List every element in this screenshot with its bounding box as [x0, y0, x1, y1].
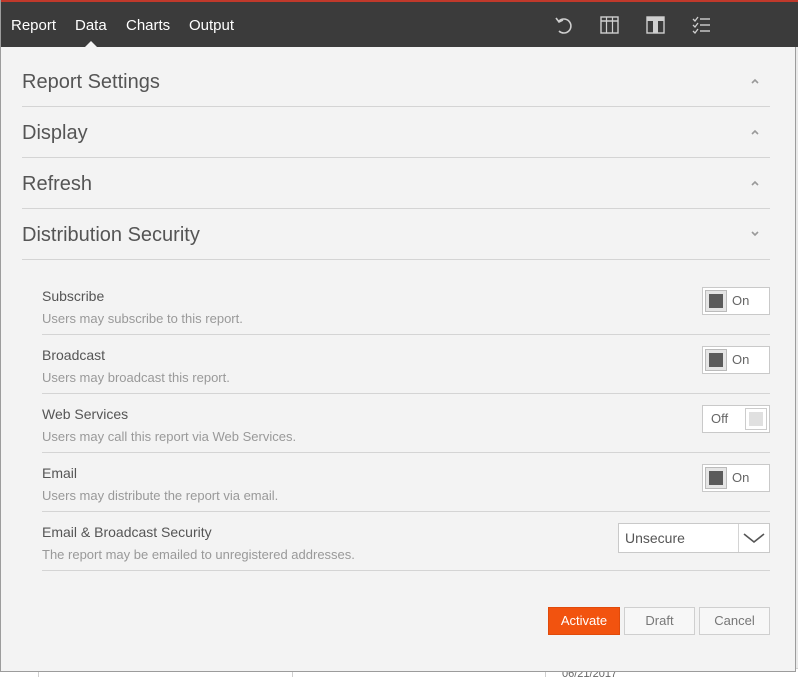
section-title: Display: [22, 122, 88, 144]
checklist-icon[interactable]: [691, 14, 713, 36]
chevron-up-icon: [751, 78, 759, 84]
toggle-state-label: Off: [711, 411, 729, 426]
undo-icon[interactable]: [553, 14, 575, 36]
select-value: Unsecure: [625, 530, 685, 546]
setting-row-broadcast: Broadcast Users may broadcast this repor…: [42, 335, 770, 394]
section-title: Distribution Security: [22, 224, 200, 246]
select-dropdown-button[interactable]: [738, 524, 769, 552]
toggle-knob: [705, 290, 727, 312]
setting-description: Users may broadcast this report.: [42, 370, 230, 385]
setting-title: Web Services: [42, 406, 129, 422]
activate-button[interactable]: Activate: [548, 607, 620, 635]
broadcast-toggle[interactable]: On: [702, 346, 770, 374]
setting-row-web-services: Web Services Users may call this report …: [42, 394, 770, 453]
tab-report[interactable]: Report: [11, 2, 56, 47]
section-refresh[interactable]: Refresh: [22, 159, 770, 209]
toggle-knob: [705, 349, 727, 371]
toggle-state-label: On: [732, 293, 750, 308]
setting-title: Email & Broadcast Security: [42, 524, 212, 540]
table-columns-icon[interactable]: [599, 14, 621, 36]
toggle-state-label: On: [732, 352, 750, 367]
draft-button[interactable]: Draft: [624, 607, 695, 635]
chevron-up-icon: [751, 129, 759, 135]
subscribe-toggle[interactable]: On: [702, 287, 770, 315]
tab-output[interactable]: Output: [189, 2, 234, 47]
setting-description: Users may call this report via Web Servi…: [42, 429, 297, 444]
toggle-state-label: On: [732, 470, 750, 485]
email-security-select[interactable]: Unsecure: [618, 523, 770, 553]
toggle-knob: [705, 467, 727, 489]
toggle-knob: [745, 408, 767, 430]
setting-row-subscribe: Subscribe Users may subscribe to this re…: [42, 276, 770, 335]
chevron-up-icon: [751, 180, 759, 186]
setting-title: Email: [42, 465, 78, 481]
report-settings-panel: Report Data Charts Output Report Setting…: [0, 0, 798, 672]
email-toggle[interactable]: On: [702, 464, 770, 492]
web-services-toggle[interactable]: Off: [702, 405, 770, 433]
setting-row-email-broadcast-security: Email & Broadcast Security The report ma…: [42, 512, 770, 571]
setting-title: Subscribe: [42, 288, 105, 304]
chevron-down-icon: [743, 533, 765, 544]
section-title: Report Settings: [22, 71, 160, 93]
tab-charts[interactable]: Charts: [126, 2, 170, 47]
tab-data[interactable]: Data: [75, 2, 107, 47]
cancel-button[interactable]: Cancel: [699, 607, 770, 635]
section-display[interactable]: Display: [22, 108, 770, 158]
section-report-settings[interactable]: Report Settings: [22, 57, 770, 107]
setting-title: Broadcast: [42, 347, 106, 363]
setting-description: Users may subscribe to this report.: [42, 311, 243, 326]
setting-row-email: Email Users may distribute the report vi…: [42, 453, 770, 512]
section-distribution-security[interactable]: Distribution Security: [22, 210, 770, 260]
layout-column-icon[interactable]: [645, 14, 667, 36]
section-title: Refresh: [22, 173, 93, 195]
chevron-down-icon: [751, 231, 759, 237]
top-toolbar: Report Data Charts Output: [1, 0, 798, 47]
setting-description: Users may distribute the report via emai…: [42, 488, 279, 503]
setting-description: The report may be emailed to unregistere…: [42, 547, 355, 562]
